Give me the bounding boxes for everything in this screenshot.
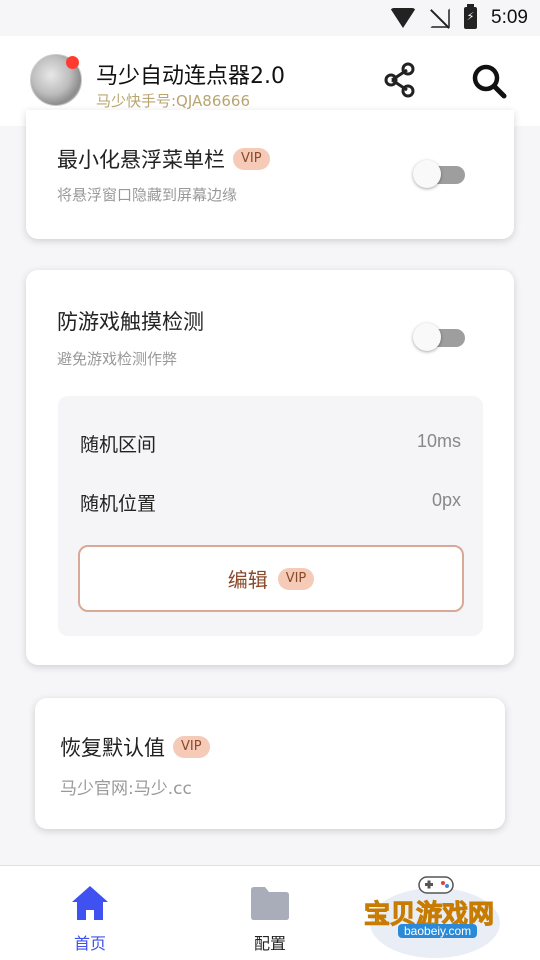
toggle-thumb — [413, 323, 441, 351]
search-icon — [472, 64, 507, 99]
random-position-value: 0px — [431, 490, 461, 510]
toggle-thumb — [413, 160, 441, 188]
random-interval-value: 10ms — [416, 431, 461, 451]
anti-detect-settings-panel: 随机区间 10ms 随机位置 0px 编辑 VIP — [58, 396, 483, 636]
watermark-logo: 宝贝游戏网 baobeiy.com — [362, 870, 512, 958]
home-icon — [72, 886, 108, 920]
anti-detect-desc: 避免游戏检测作弊 — [57, 350, 178, 368]
restore-defaults-desc: 马少官网:马少.cc — [60, 779, 192, 799]
nav-item-config[interactable]: 配置 — [210, 866, 330, 960]
gamepad-icon — [418, 876, 454, 894]
nav-item-home[interactable]: 首页 — [30, 866, 150, 960]
anti-detect-toggle[interactable] — [413, 323, 465, 351]
search-button[interactable] — [470, 62, 508, 100]
anti-detect-card: 防游戏触摸检测 避免游戏检测作弊 随机区间 10ms 随机位置 0px 编辑 V… — [26, 270, 514, 665]
random-position-label: 随机位置 — [80, 493, 157, 515]
minimize-menu-title-row: 最小化悬浮菜单栏 VIP — [57, 144, 270, 174]
status-time: 5:09 — [491, 7, 528, 28]
status-bar: 5:09 — [0, 0, 540, 36]
edit-button[interactable]: 编辑 VIP — [78, 545, 464, 612]
minimize-menu-card: 最小化悬浮菜单栏 VIP 将悬浮窗口隐藏到屏幕边缘 — [26, 110, 514, 239]
share-icon — [384, 62, 415, 98]
battery-charging-icon — [464, 4, 478, 29]
minimize-menu-toggle[interactable] — [413, 160, 465, 188]
nav-label-home: 首页 — [73, 934, 106, 953]
folder-icon — [251, 887, 289, 920]
wifi-icon — [390, 8, 417, 28]
vip-badge: VIP — [173, 736, 210, 758]
minimize-menu-desc: 将悬浮窗口隐藏到屏幕边缘 — [57, 186, 238, 204]
nav-label-config: 配置 — [253, 934, 286, 953]
app-title: 马少自动连点器2.0 — [96, 64, 285, 89]
vip-badge: VIP — [233, 148, 270, 170]
app-subtitle: 马少快手号:QJA86666 — [96, 92, 250, 110]
anti-detect-title: 防游戏触摸检测 — [57, 310, 204, 334]
random-interval-label: 随机区间 — [80, 434, 157, 456]
watermark-url: baobeiy.com — [398, 924, 478, 938]
minimize-menu-title: 最小化悬浮菜单栏 — [57, 148, 225, 172]
edit-button-label: 编辑 — [227, 568, 268, 592]
share-button[interactable] — [382, 62, 418, 98]
notification-dot — [66, 56, 79, 69]
vip-badge: VIP — [277, 567, 315, 590]
restore-defaults-card[interactable]: 恢复默认值 VIP 马少官网:马少.cc — [35, 698, 505, 829]
restore-defaults-title-row: 恢复默认值 VIP — [60, 732, 210, 762]
restore-defaults-title: 恢复默认值 — [60, 736, 165, 760]
no-signal-icon — [430, 8, 450, 28]
